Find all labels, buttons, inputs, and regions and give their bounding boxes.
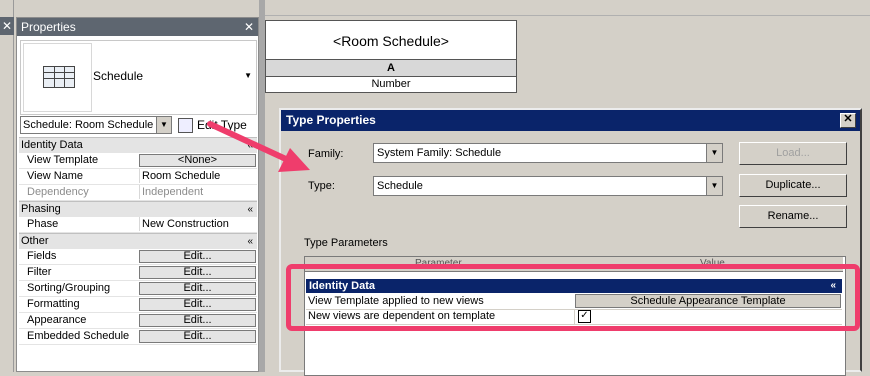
type-selector-chevron-down-icon[interactable]: ▼ [244, 71, 252, 80]
section-other[interactable]: Other « [19, 233, 257, 249]
appearance-edit-button[interactable]: Edit... [139, 314, 256, 327]
rename-button[interactable]: Rename... [739, 205, 847, 228]
left-dock-strip: ✕ [0, 0, 14, 372]
property-row: Formatting Edit... [19, 297, 257, 313]
property-key: Embedded Schedule [27, 330, 130, 342]
phase-field[interactable]: New Construction [139, 217, 255, 231]
sorting-grouping-edit-button[interactable]: Edit... [139, 282, 256, 295]
type-select[interactable]: Schedule ▼ [373, 176, 723, 196]
property-row: Phase New Construction [19, 217, 257, 233]
type-chevron-down-icon[interactable]: ▼ [706, 177, 722, 195]
filter-edit-button[interactable]: Edit... [139, 266, 256, 279]
properties-close-icon[interactable]: ✕ [244, 18, 254, 36]
dialog-titlebar: Type Properties ✕ [281, 110, 860, 131]
property-key: Appearance [27, 314, 87, 326]
type-selector[interactable]: Schedule ▼ [20, 40, 257, 115]
property-key: Sorting/Grouping [27, 282, 111, 294]
properties-title-label: Properties [21, 20, 76, 34]
fields-edit-button[interactable]: Edit... [139, 250, 256, 263]
collapse-chevron-icon[interactable]: « [247, 234, 253, 249]
schedule-thumbnail-icon [23, 43, 92, 112]
annotation-arrow-icon [207, 121, 310, 172]
section-label: Other [21, 235, 49, 247]
family-chevron-down-icon[interactable]: ▼ [706, 144, 722, 162]
property-key: Fields [27, 250, 57, 262]
property-key: View Name [27, 170, 84, 182]
type-name: Schedule [93, 69, 144, 83]
schedule-column-header[interactable]: Number [265, 77, 517, 93]
properties-palette: Properties ✕ Schedule ▼ Schedule: Room S… [16, 17, 259, 372]
section-label: Identity Data [21, 139, 83, 151]
schedule-column-letter[interactable]: A [265, 60, 517, 77]
property-row: Sorting/Grouping Edit... [19, 281, 257, 297]
properties-title: Properties ✕ [17, 18, 258, 36]
type-label: Type: [308, 180, 335, 192]
dependency-value: Independent [139, 185, 255, 199]
schedule-title: <Room Schedule> [265, 20, 517, 60]
property-key: Filter [27, 266, 52, 278]
property-row: Appearance Edit... [19, 313, 257, 329]
property-row: Dependency Independent [19, 185, 257, 201]
property-key: Phase [27, 218, 59, 230]
family-select[interactable]: System Family: Schedule ▼ [373, 143, 723, 163]
property-row: Filter Edit... [19, 265, 257, 281]
instance-filter-value: Schedule: Room Schedule [23, 119, 154, 131]
property-key: Dependency [27, 186, 89, 198]
section-label: Phasing [21, 203, 61, 215]
type-parameters-label: Type Parameters [304, 237, 388, 249]
property-key: View Template [27, 154, 99, 166]
formatting-edit-button[interactable]: Edit... [139, 298, 256, 311]
property-row: Embedded Schedule Edit... [19, 329, 257, 345]
section-phasing[interactable]: Phasing « [19, 201, 257, 217]
type-properties-dialog: Type Properties ✕ Family: System Family:… [279, 108, 862, 376]
dialog-close-icon[interactable]: ✕ [840, 113, 856, 128]
load-button[interactable]: Load... [739, 142, 847, 165]
embedded-schedule-edit-button[interactable]: Edit... [139, 330, 256, 343]
left-panel-close-icon[interactable]: ✕ [0, 17, 14, 35]
family-value: System Family: Schedule [377, 147, 502, 159]
property-key: Formatting [27, 298, 80, 310]
collapse-chevron-icon[interactable]: « [247, 202, 253, 217]
duplicate-button[interactable]: Duplicate... [739, 174, 847, 197]
instance-filter-select[interactable]: Schedule: Room Schedule ▼ [20, 116, 172, 134]
property-row: Fields Edit... [19, 249, 257, 265]
instance-filter-chevron-down-icon[interactable]: ▼ [156, 117, 171, 133]
highlight-box [286, 264, 860, 331]
view-tab-bar [265, 0, 870, 16]
type-value: Schedule [377, 180, 423, 192]
